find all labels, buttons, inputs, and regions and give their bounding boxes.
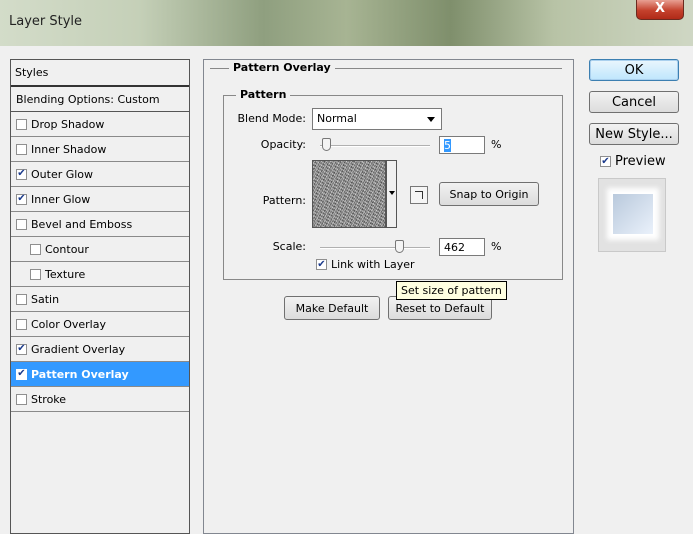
opacity-slider-thumb[interactable] [321, 138, 331, 151]
style-item-label: Satin [31, 292, 60, 306]
opacity-input[interactable]: 5 [439, 136, 485, 154]
make-default-label: Make Default [295, 301, 369, 315]
style-item-texture[interactable]: Texture [11, 262, 189, 287]
checkbox-icon[interactable] [16, 293, 27, 305]
style-item-color-overlay[interactable]: Color Overlay [11, 312, 189, 337]
checkbox-icon[interactable] [16, 218, 27, 230]
preview-label: Preview [615, 154, 666, 169]
checkbox-icon[interactable] [16, 318, 27, 330]
checkbox-icon[interactable] [16, 118, 27, 130]
style-item-label: Drop Shadow [31, 117, 105, 131]
pattern-group: Pattern Blend Mode: Normal Opacity: 5 % … [223, 88, 563, 280]
title-bar: Layer Style X [0, 0, 693, 46]
style-item-gradient-overlay[interactable]: Gradient Overlay [11, 337, 189, 362]
pattern-overlay-group: Pattern Overlay Pattern Blend Mode: Norm… [210, 61, 563, 320]
checkbox-icon [600, 156, 611, 167]
new-preset-icon[interactable] [410, 186, 428, 204]
checkbox-icon[interactable] [30, 268, 41, 280]
ok-label: OK [624, 62, 644, 78]
styles-list: Styles Blending Options: Custom Drop Shad… [10, 59, 190, 534]
close-button[interactable]: X [636, 0, 684, 20]
scale-slider-track[interactable] [320, 247, 430, 249]
style-item-label: Contour [45, 242, 89, 256]
scale-slider-thumb[interactable] [394, 240, 404, 253]
style-item-label: Gradient Overlay [31, 342, 126, 356]
blend-mode-label: Blend Mode: [237, 112, 307, 125]
preview-thumbnail [613, 194, 653, 234]
section-title: Pattern Overlay [229, 61, 335, 74]
chevron-down-icon [427, 117, 435, 122]
new-style-button[interactable]: New Style... [589, 123, 679, 145]
tooltip: Set size of pattern [396, 281, 507, 300]
cancel-button[interactable]: Cancel [589, 91, 679, 113]
preview-checkbox[interactable]: Preview [600, 154, 666, 169]
blend-mode-select[interactable]: Normal [312, 108, 442, 130]
scale-value: 462 [444, 241, 465, 254]
cancel-label: Cancel [611, 94, 657, 110]
checkbox-icon[interactable] [16, 168, 27, 180]
scale-label: Scale: [272, 240, 306, 253]
opacity-value: 5 [444, 139, 451, 152]
checkbox-icon[interactable] [16, 368, 27, 380]
style-item-label: Inner Glow [31, 192, 91, 206]
style-item-satin[interactable]: Satin [11, 287, 189, 312]
make-default-button[interactable]: Make Default [284, 296, 380, 320]
new-style-label: New Style... [595, 126, 673, 142]
style-item-pattern-overlay[interactable]: Pattern Overlay [11, 362, 189, 387]
snap-to-origin-button[interactable]: Snap to Origin [439, 182, 539, 206]
style-item-contour[interactable]: Contour [11, 237, 189, 262]
group-title: Pattern [236, 88, 291, 101]
window-title: Layer Style [9, 14, 83, 29]
style-preview [598, 178, 666, 252]
style-item-label: Pattern Overlay [31, 367, 129, 381]
style-item-outer-glow[interactable]: Outer Glow [11, 162, 189, 187]
blend-mode-value: Normal [317, 112, 357, 125]
pattern-dropdown-button[interactable] [386, 160, 397, 228]
pattern-overlay-panel: Pattern Overlay Pattern Blend Mode: Norm… [203, 59, 574, 534]
style-item-bevel-and-emboss[interactable]: Bevel and Emboss [11, 212, 189, 237]
style-item-label: Outer Glow [31, 167, 94, 181]
style-item-label: Blending Options: Custom [16, 92, 160, 106]
style-item-blending-options-custom[interactable]: Blending Options: Custom [11, 87, 189, 112]
style-item-inner-shadow[interactable]: Inner Shadow [11, 137, 189, 162]
scale-input[interactable]: 462 [439, 238, 485, 256]
link-with-layer-checkbox[interactable]: Link with Layer [316, 258, 415, 271]
style-item-drop-shadow[interactable]: Drop Shadow [11, 112, 189, 137]
checkbox-icon[interactable] [16, 193, 27, 205]
opacity-label: Opacity: [260, 138, 306, 151]
pattern-swatch[interactable] [312, 160, 386, 228]
style-item-inner-glow[interactable]: Inner Glow [11, 187, 189, 212]
scale-unit: % [491, 240, 502, 253]
opacity-unit: % [491, 138, 502, 151]
ok-button[interactable]: OK [589, 59, 679, 81]
reset-to-default-label: Reset to Default [395, 301, 485, 315]
checkbox-icon[interactable] [30, 243, 41, 255]
style-item-label: Inner Shadow [31, 142, 107, 156]
opacity-slider-track[interactable] [320, 145, 430, 147]
styles-header[interactable]: Styles [11, 60, 189, 87]
style-item-stroke[interactable]: Stroke [11, 387, 189, 412]
checkbox-icon[interactable] [16, 393, 27, 405]
style-item-label: Color Overlay [31, 317, 106, 331]
style-item-label: Stroke [31, 392, 67, 406]
close-icon: X [654, 1, 666, 16]
dialog-body: Styles Blending Options: Custom Drop Shad… [8, 46, 685, 534]
checkbox-icon [316, 259, 327, 270]
style-item-label: Texture [45, 267, 86, 281]
checkbox-icon[interactable] [16, 143, 27, 155]
link-with-layer-label: Link with Layer [331, 258, 415, 271]
style-item-label: Bevel and Emboss [31, 217, 133, 231]
checkbox-icon[interactable] [16, 343, 27, 355]
pattern-label: Pattern: [262, 194, 306, 207]
snap-to-origin-label: Snap to Origin [449, 187, 529, 201]
